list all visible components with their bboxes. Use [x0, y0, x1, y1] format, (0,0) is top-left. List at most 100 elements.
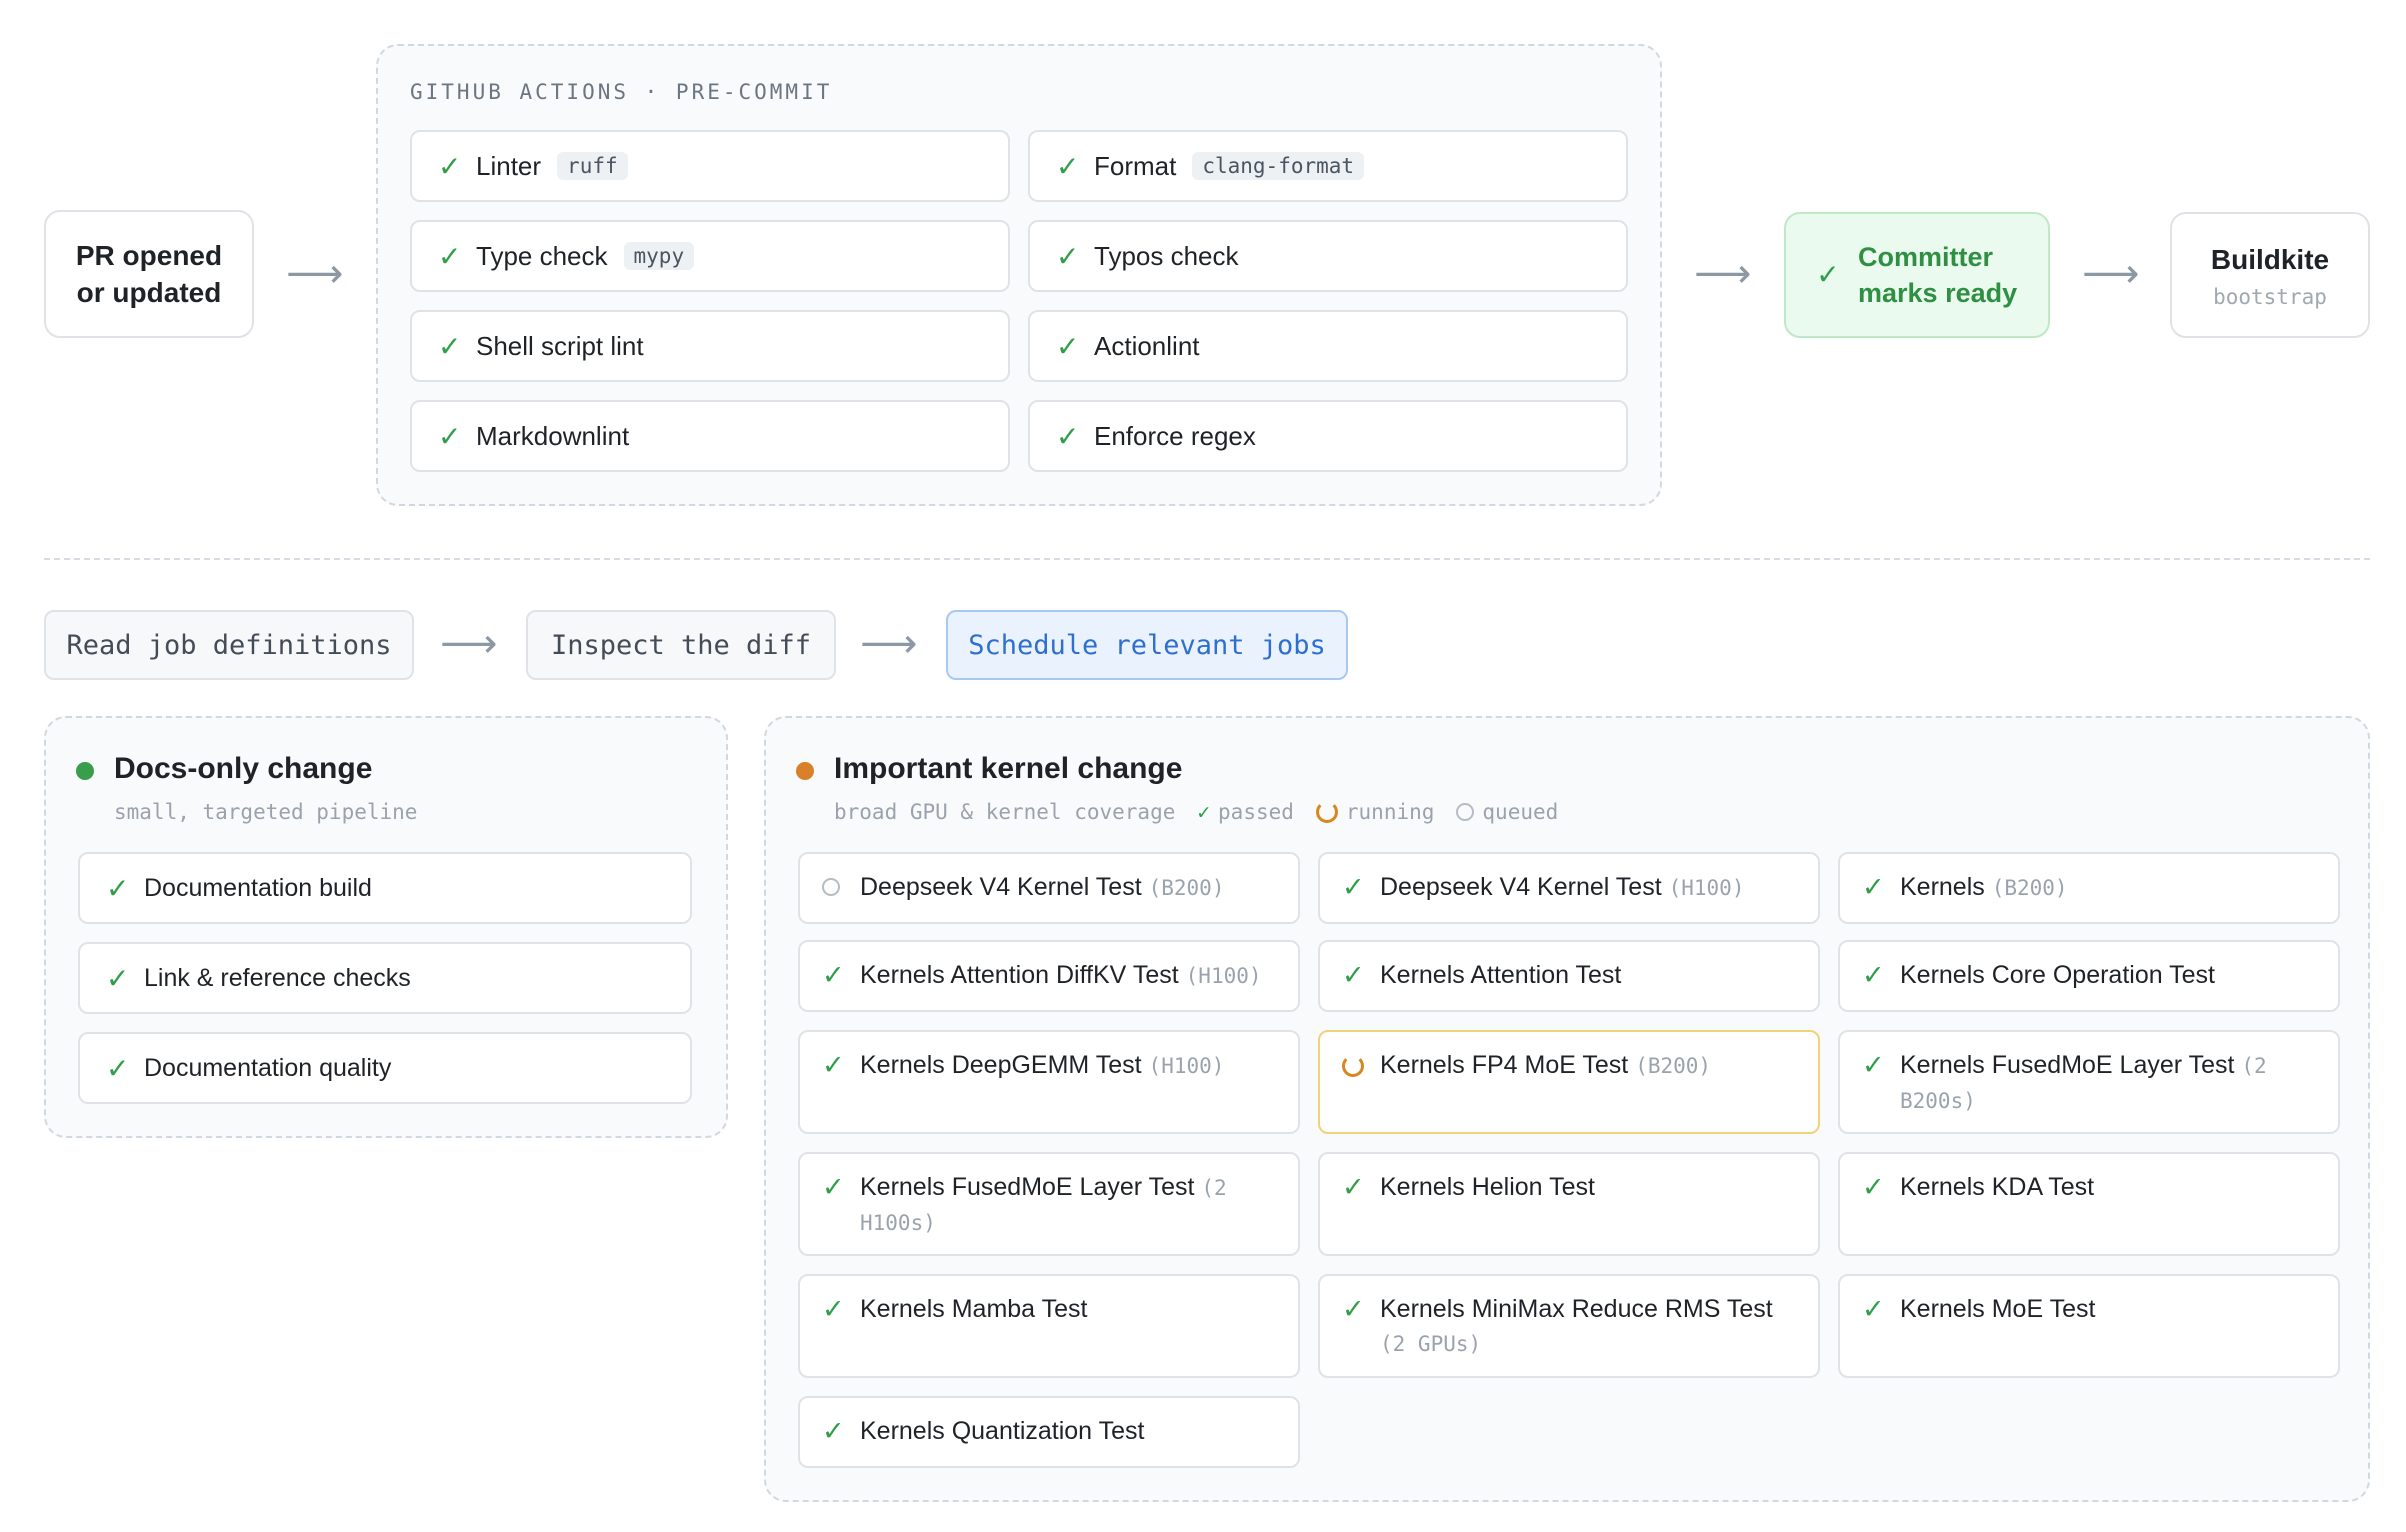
- check-icon: ✓: [1862, 960, 1885, 990]
- step-label: Schedule relevant jobs: [968, 629, 1326, 661]
- check-label: Format: [1094, 150, 1177, 181]
- kernel-job-card: ✓ Kernels Attention DiffKV Test (H100): [798, 940, 1300, 1012]
- docs-panel-title: Docs-only change: [114, 752, 373, 785]
- step-label: Read job definitions: [66, 629, 392, 661]
- check-icon: ✓: [1862, 1294, 1885, 1324]
- job-text: Kernels FP4 MoE Test (B200): [1380, 1048, 1711, 1083]
- job-text: Kernels FusedMoE Layer Test (2 H100s): [860, 1170, 1284, 1240]
- precommit-check-card: ✓ Format clang-format: [1028, 130, 1628, 202]
- check-icon: ✓: [1342, 960, 1365, 990]
- job-name: Kernels DeepGEMM Test: [860, 1051, 1142, 1079]
- kernel-job-card: ✓ Kernels DeepGEMM Test (H100): [798, 1030, 1300, 1134]
- kernel-job-card: ✓ Kernels FusedMoE Layer Test (2 H100s): [798, 1152, 1300, 1256]
- job-label: Link & reference checks: [144, 963, 411, 992]
- job-label: Documentation quality: [144, 1053, 392, 1082]
- job-text: Kernels MiniMax Reduce RMS Test (2 GPUs): [1380, 1292, 1804, 1361]
- check-icon: ✓: [1862, 1172, 1885, 1202]
- kernel-job-card: ✓ Kernels Helion Test: [1318, 1152, 1820, 1256]
- spinner-ring: [1342, 1055, 1364, 1077]
- buildkite-subtitle: bootstrap: [2213, 284, 2327, 309]
- gpu-label: (H100): [1668, 876, 1745, 900]
- pr-opened-line2: or updated: [76, 277, 222, 308]
- job-text: Kernels Mamba Test: [860, 1292, 1087, 1326]
- gpu-label: (H100): [1148, 1054, 1225, 1078]
- step-read-job-definitions: Read job definitions: [44, 610, 414, 680]
- job-name: Kernels FusedMoE Layer Test: [1900, 1051, 2235, 1079]
- running-icon: [1342, 1048, 1364, 1086]
- check-icon: ✓: [822, 1050, 845, 1080]
- legend-queued-label: queued: [1482, 800, 1559, 824]
- job-label: Documentation build: [144, 873, 372, 902]
- check-icon: ✓: [1197, 800, 1211, 824]
- arrow-icon: ⟶: [2082, 252, 2140, 296]
- kernel-job-card: ✓ Kernels MiniMax Reduce RMS Test (2 GPUs…: [1318, 1274, 1820, 1378]
- check-label: Linter: [476, 150, 542, 181]
- job-text: Kernels DeepGEMM Test (H100): [860, 1048, 1224, 1083]
- check-icon: ✓: [1816, 259, 1840, 290]
- section-divider: [44, 558, 2370, 560]
- check-icon: ✓: [106, 1052, 130, 1084]
- job-text: Deepseek V4 Kernel Test (H100): [1380, 870, 1744, 905]
- queued-icon: [1456, 803, 1475, 821]
- job-name: Kernels: [1900, 873, 1985, 901]
- check-icon: ✓: [1862, 1050, 1885, 1080]
- kernel-job-card: ✓ Kernels MoE Test: [1838, 1274, 2340, 1378]
- pr-opened-line1: PR opened: [75, 240, 223, 271]
- buildkite-node: Buildkite bootstrap: [2170, 212, 2370, 338]
- step-schedule-relevant-jobs: Schedule relevant jobs: [946, 610, 1348, 680]
- step-label: Inspect the diff: [550, 629, 812, 661]
- kernel-panel-subtitle: broad GPU & kernel coverage: [834, 800, 1176, 824]
- queued-ring: [822, 878, 840, 896]
- kernel-job-card: ✓ Kernels FusedMoE Layer Test (2 B200s): [1838, 1030, 2340, 1134]
- check-icon: ✓: [822, 1416, 845, 1446]
- step-inspect-diff: Inspect the diff: [526, 610, 836, 680]
- job-text: Kernels KDA Test: [1900, 1170, 2094, 1204]
- check-icon: ✓: [1862, 872, 1885, 902]
- docs-job-card: ✓ Link & reference checks: [78, 942, 692, 1014]
- precommit-check-card: ✓ Markdownlint: [410, 400, 1010, 472]
- check-icon: ✓: [438, 240, 462, 272]
- check-icon: ✓: [1342, 1294, 1365, 1324]
- check-icon: ✓: [1056, 420, 1080, 452]
- job-name: Kernels MoE Test: [1900, 1295, 2096, 1323]
- job-name: Kernels Attention DiffKV Test: [860, 961, 1179, 989]
- check-label: Actionlint: [1094, 330, 1200, 361]
- check-icon: ✓: [1342, 872, 1365, 902]
- committer-ready-node: ✓ Committer marks ready: [1784, 212, 2050, 338]
- job-name: Kernels Quantization Test: [860, 1417, 1145, 1445]
- check-label: Shell script lint: [476, 330, 644, 361]
- check-icon: ✓: [822, 1294, 845, 1324]
- check-icon: ✓: [822, 960, 845, 990]
- check-icon: ✓: [1056, 150, 1080, 182]
- kernel-job-card: Kernels FP4 MoE Test (B200): [1318, 1030, 1820, 1134]
- precommit-header: GITHUB ACTIONS · PRE-COMMIT: [410, 80, 833, 104]
- kernel-job-card: ✓ Kernels (B200): [1838, 852, 2340, 924]
- check-label: Markdownlint: [476, 420, 630, 451]
- status-dot: [76, 762, 94, 780]
- tool-name-badge: clang-format: [1192, 152, 1365, 180]
- gpu-label: (H100): [1185, 964, 1262, 988]
- job-name: Deepseek V4 Kernel Test: [860, 873, 1142, 901]
- tool-name-badge: mypy: [623, 242, 695, 270]
- job-text: Deepseek V4 Kernel Test (B200): [860, 870, 1224, 905]
- precommit-check-card: ✓ Shell script lint: [410, 310, 1010, 382]
- arrow-icon: ⟶: [286, 252, 344, 296]
- job-text: Kernels (B200): [1900, 870, 2068, 905]
- check-icon: ✓: [1056, 240, 1080, 272]
- gpu-label: (B200): [1991, 876, 2068, 900]
- job-name: Kernels FP4 MoE Test: [1380, 1051, 1629, 1079]
- docs-panel-subtitle: small, targeted pipeline: [114, 800, 418, 824]
- kernel-job-card: ✓ Kernels Quantization Test: [798, 1396, 1300, 1468]
- queued-icon: [822, 870, 844, 905]
- status-dot: [796, 762, 814, 780]
- precommit-check-card: ✓ Enforce regex: [1028, 400, 1628, 472]
- check-label: Enforce regex: [1094, 420, 1256, 451]
- check-icon: ✓: [1056, 330, 1080, 362]
- legend-running: running: [1315, 800, 1434, 824]
- job-name: Kernels Mamba Test: [860, 1295, 1088, 1323]
- arrow-icon: ⟶: [440, 622, 498, 666]
- kernel-job-card: Deepseek V4 Kernel Test (B200): [798, 852, 1300, 924]
- job-text: Kernels MoE Test: [1900, 1292, 2095, 1326]
- docs-job-card: ✓ Documentation build: [78, 852, 692, 924]
- docs-job-card: ✓ Documentation quality: [78, 1032, 692, 1104]
